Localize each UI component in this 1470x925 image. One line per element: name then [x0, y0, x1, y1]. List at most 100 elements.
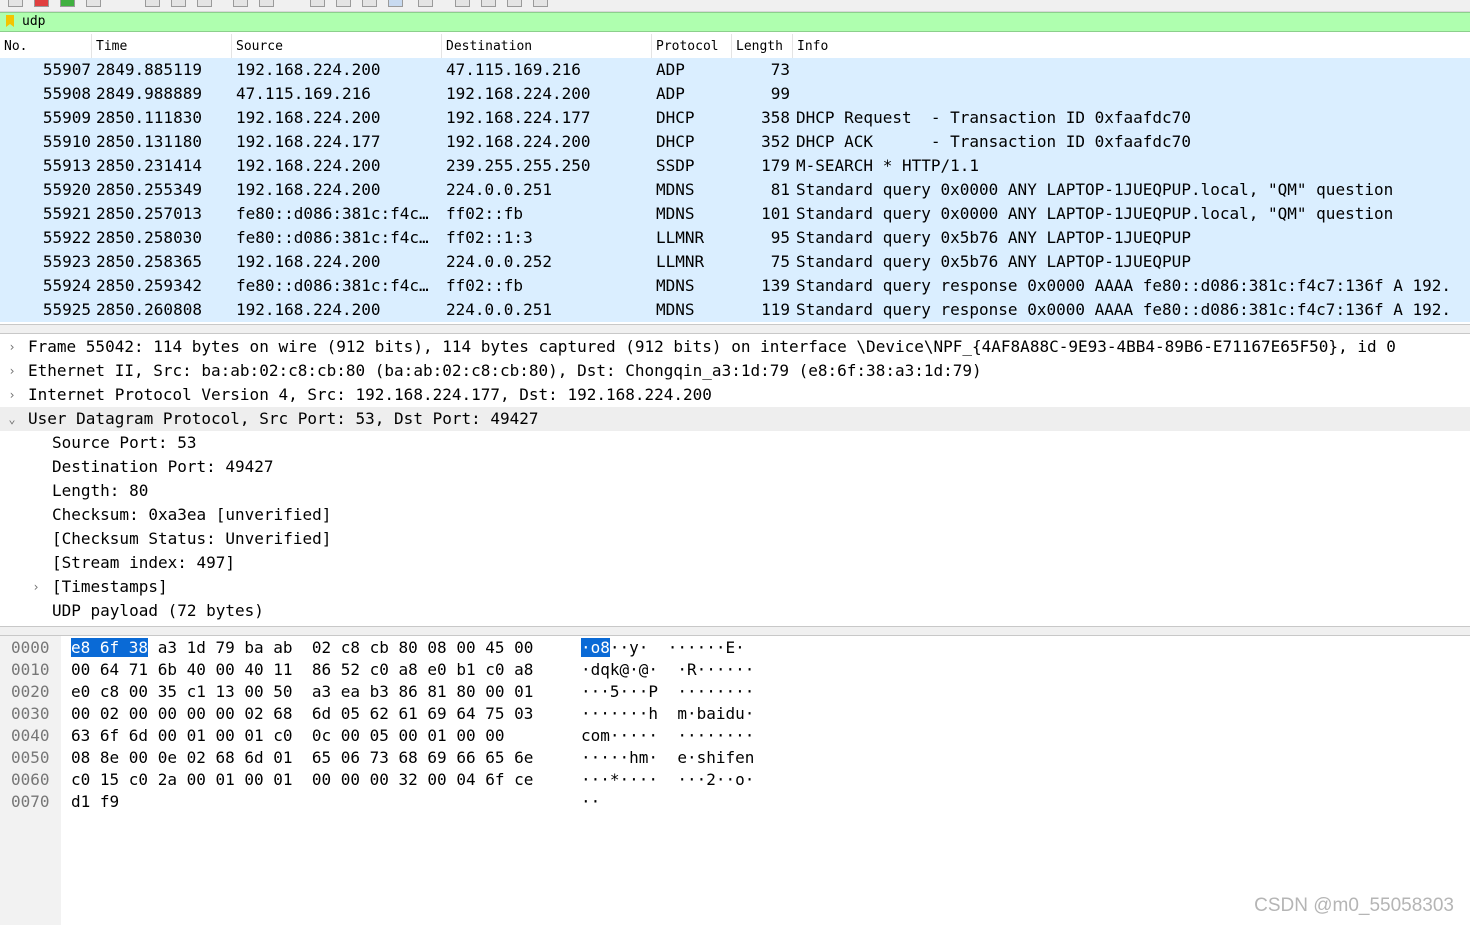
packet-info: Standard query 0x5b76 ANY LAPTOP-1JUEQPU…: [796, 252, 1191, 271]
packet-row[interactable]: 55920 2850.255349 192.168.224.200 224.0.0.2…: [0, 178, 1470, 202]
detail-text: Checksum: 0xa3ea [unverified]: [52, 505, 332, 524]
packet-row[interactable]: 55910 2850.131180 192.168.224.177 192.168.2…: [0, 130, 1470, 154]
autoscroll-icon[interactable]: [362, 0, 377, 7]
packet-time: 2850.259342: [96, 276, 202, 295]
colorize-icon[interactable]: [388, 0, 403, 7]
pane-splitter[interactable]: [0, 626, 1470, 636]
ascii-bytes[interactable]: ·····hm· e·shifen: [581, 747, 754, 769]
detail-text: Internet Protocol Version 4, Src: 192.16…: [28, 385, 712, 404]
pane-splitter[interactable]: [0, 324, 1470, 334]
find-icon[interactable]: [233, 0, 248, 7]
packet-row[interactable]: 55923 2850.258365 192.168.224.200 224.0.0.2…: [0, 250, 1470, 274]
detail-ipv4[interactable]: › Internet Protocol Version 4, Src: 192.1…: [0, 383, 1470, 407]
ascii-bytes[interactable]: com····· ········: [581, 725, 754, 747]
detail-ethernet[interactable]: › Ethernet II, Src: ba:ab:02:c8:cb:80 (ba…: [0, 359, 1470, 383]
column-header-length[interactable]: Length: [732, 34, 793, 58]
expand-icon[interactable]: ›: [5, 335, 19, 359]
save-file-icon[interactable]: [171, 0, 186, 7]
hex-bytes[interactable]: 00 02 00 00 00 00 02 68 6d 05 62 61 69 6…: [71, 703, 533, 725]
ascii-bytes[interactable]: ·o8··y· ······E·: [581, 637, 745, 659]
ascii-selected-bytes[interactable]: ·o8: [581, 638, 610, 657]
stop-capture-icon[interactable]: [34, 0, 49, 7]
expand-icon[interactable]: ›: [5, 359, 19, 383]
go-back-icon[interactable]: [259, 0, 274, 7]
detail-udp-payload[interactable]: UDP payload (72 bytes): [0, 599, 1470, 623]
column-header-no[interactable]: No.: [0, 34, 92, 58]
hex-bytes[interactable]: e0 c8 00 35 c1 13 00 50 a3 ea b3 86 81 8…: [71, 681, 533, 703]
packet-bytes-pane: 0000 e8 6f 38 a3 1d 79 ba ab 02 c8 cb 80 …: [0, 636, 1470, 925]
hex-row[interactable]: 0010 00 64 71 6b 40 00 40 11 86 52 c0 a8 …: [0, 659, 1470, 681]
open-file-icon[interactable]: [145, 0, 160, 7]
start-capture-icon[interactable]: [8, 0, 23, 7]
detail-checksum-status[interactable]: [Checksum Status: Unverified]: [0, 527, 1470, 551]
detail-source-port[interactable]: Source Port: 53: [0, 431, 1470, 455]
packet-row[interactable]: 55907 2849.885119 192.168.224.200 47.115.16…: [0, 58, 1470, 82]
packet-row[interactable]: 55922 2850.258030 fe80::d086:381c:f4c… ff02…: [0, 226, 1470, 250]
packet-destination: 192.168.224.200: [446, 132, 591, 151]
detail-stream-index[interactable]: [Stream index: 497]: [0, 551, 1470, 575]
packet-list-header: No. Time Source Destination Protocol Len…: [0, 34, 1470, 59]
hex-row[interactable]: 0030 00 02 00 00 00 00 02 68 6d 05 62 61 …: [0, 703, 1470, 725]
capture-options-icon[interactable]: [86, 0, 101, 7]
hex-row[interactable]: 0060 c0 15 c0 2a 00 01 00 01 00 00 00 32 …: [0, 769, 1470, 791]
detail-destination-port[interactable]: Destination Port: 49427: [0, 455, 1470, 479]
hex-bytes[interactable]: e8 6f 38 a3 1d 79 ba ab 02 c8 cb 80 08 0…: [71, 637, 533, 659]
packet-protocol: ADP: [656, 60, 685, 79]
hex-row[interactable]: 0070 d1 f9 ··: [0, 791, 1470, 813]
column-header-source[interactable]: Source: [232, 34, 442, 58]
zoom-normal-icon[interactable]: [507, 0, 522, 7]
detail-udp[interactable]: ⌄ User Datagram Protocol, Src Port: 53, D…: [0, 407, 1470, 431]
hex-bytes[interactable]: 00 64 71 6b 40 00 40 11 86 52 c0 a8 e0 b…: [71, 659, 533, 681]
ascii-bytes[interactable]: ··: [581, 791, 600, 813]
packet-time: 2850.111830: [96, 108, 202, 127]
hex-bytes[interactable]: 63 6f 6d 00 01 00 01 c0 0c 00 05 00 01 0…: [71, 725, 504, 747]
packet-row[interactable]: 55924 2850.259342 fe80::d086:381c:f4c… ff02…: [0, 274, 1470, 298]
hex-offset: 0060: [11, 770, 50, 789]
go-last-icon[interactable]: [336, 0, 351, 7]
ascii-bytes[interactable]: ·dqk@·@· ·R······: [581, 659, 754, 681]
packet-no: 55923: [42, 252, 91, 271]
detail-checksum[interactable]: Checksum: 0xa3ea [unverified]: [0, 503, 1470, 527]
ascii-bytes[interactable]: ···5···P ········: [581, 681, 754, 703]
hex-row[interactable]: 0040 63 6f 6d 00 01 00 01 c0 0c 00 05 00 …: [0, 725, 1470, 747]
bookmark-icon[interactable]: [6, 15, 14, 27]
resize-columns-icon[interactable]: [418, 0, 433, 7]
column-header-destination[interactable]: Destination: [442, 34, 652, 58]
packet-source: fe80::d086:381c:f4c…: [236, 276, 429, 295]
hex-selected-bytes[interactable]: e8 6f 38: [71, 638, 149, 657]
column-header-info[interactable]: Info: [793, 34, 1470, 58]
close-file-icon[interactable]: [197, 0, 212, 7]
detail-frame[interactable]: › Frame 55042: 114 bytes on wire (912 bit…: [0, 335, 1470, 359]
column-header-protocol[interactable]: Protocol: [652, 34, 732, 58]
collapse-icon[interactable]: ⌄: [5, 407, 19, 431]
packet-row[interactable]: 55908 2849.988889 47.115.169.216 192.168.22…: [0, 82, 1470, 106]
hex-bytes[interactable]: 08 8e 00 0e 02 68 6d 01 65 06 73 68 69 6…: [71, 747, 533, 769]
ascii-bytes[interactable]: ···*···· ···2··o·: [581, 769, 754, 791]
column-header-time[interactable]: Time: [92, 34, 232, 58]
packet-row[interactable]: 55925 2850.260808 192.168.224.200 224.0.0.2…: [0, 298, 1470, 322]
zoom-out-icon[interactable]: [481, 0, 496, 7]
expand-icon[interactable]: ›: [5, 383, 19, 407]
hex-row[interactable]: 0050 08 8e 00 0e 02 68 6d 01 65 06 73 68 …: [0, 747, 1470, 769]
ascii-bytes[interactable]: ·······h m·baidu·: [581, 703, 754, 725]
zoom-in-icon[interactable]: [455, 0, 470, 7]
packet-time: 2849.885119: [96, 60, 202, 79]
main-toolbar: [0, 0, 1470, 12]
packet-row[interactable]: 55909 2850.111830 192.168.224.200 192.168.2…: [0, 106, 1470, 130]
packet-source: 192.168.224.200: [236, 300, 381, 319]
hex-bytes[interactable]: c0 15 c0 2a 00 01 00 01 00 00 00 32 00 0…: [71, 769, 533, 791]
expand-icon[interactable]: ›: [29, 575, 43, 599]
packet-info: Standard query 0x5b76 ANY LAPTOP-1JUEQPU…: [796, 228, 1191, 247]
display-filter-input[interactable]: [18, 13, 1470, 31]
packet-row[interactable]: 55913 2850.231414 192.168.224.200 239.255.2…: [0, 154, 1470, 178]
restart-capture-icon[interactable]: [60, 0, 75, 7]
hex-row[interactable]: 0000 e8 6f 38 a3 1d 79 ba ab 02 c8 cb 80 …: [0, 637, 1470, 659]
go-first-icon[interactable]: [310, 0, 325, 7]
resize-icon[interactable]: [533, 0, 548, 7]
hex-bytes[interactable]: d1 f9: [71, 791, 119, 813]
detail-timestamps[interactable]: › [Timestamps]: [0, 575, 1470, 599]
packet-row[interactable]: 55921 2850.257013 fe80::d086:381c:f4c… ff02…: [0, 202, 1470, 226]
detail-length[interactable]: Length: 80: [0, 479, 1470, 503]
detail-text: Frame 55042: 114 bytes on wire (912 bits…: [28, 337, 1396, 356]
hex-row[interactable]: 0020 e0 c8 00 35 c1 13 00 50 a3 ea b3 86 …: [0, 681, 1470, 703]
